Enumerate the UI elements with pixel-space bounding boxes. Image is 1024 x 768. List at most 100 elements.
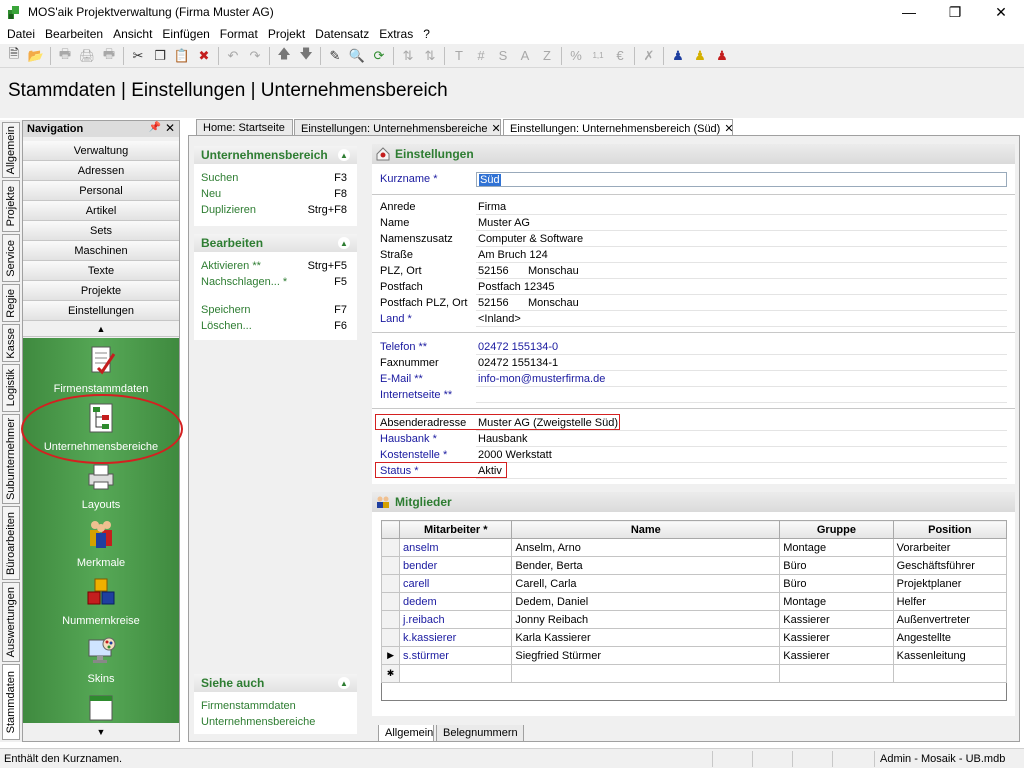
nav-item-verwaltung[interactable]: Verwaltung — [23, 141, 179, 161]
internetseite-input[interactable] — [476, 388, 1007, 403]
task-duplizieren[interactable]: Duplizieren Strg+F8 — [194, 202, 357, 218]
nav-icon-merkmale[interactable]: Merkmale — [23, 518, 179, 569]
undo-icon[interactable]: ↶ — [222, 45, 244, 67]
number-format-icon[interactable]: # — [470, 45, 492, 67]
clear-format-icon[interactable]: ✗ — [638, 45, 660, 67]
text-format-icon[interactable]: T — [448, 45, 470, 67]
new-document-icon[interactable]: 🗎 — [3, 45, 25, 67]
menu-datensatz[interactable]: Datensatz — [310, 27, 374, 41]
name-input[interactable]: Muster AG — [476, 216, 1007, 231]
nav-icon-layouts[interactable]: Layouts — [23, 460, 179, 511]
link-unternehmensbereiche[interactable]: Unternehmensbereiche — [194, 714, 357, 730]
anrede-input[interactable]: Firma — [476, 200, 1007, 215]
table-row[interactable]: j.reibach Jonny Reibach Kassierer Außenvert… — [380, 610, 1008, 629]
kurzname-input[interactable]: Süd — [476, 172, 1007, 187]
vtab-service[interactable]: Service — [2, 234, 20, 282]
menu-datei[interactable]: Datei — [2, 27, 40, 41]
vtab-allgemein[interactable]: Allgemein — [2, 122, 20, 178]
table-row[interactable]: bender Bender, Berta Büro Geschäftsführer — [380, 556, 1008, 575]
delete-icon[interactable]: ✖ — [193, 45, 215, 67]
menu-bearbeiten[interactable]: Bearbeiten — [40, 27, 108, 41]
find-icon[interactable]: 🔍 — [346, 45, 368, 67]
close-icon[interactable]: ✕ — [724, 123, 733, 135]
pin-icon[interactable]: 📌 — [149, 122, 161, 133]
open-folder-icon[interactable]: 📂 — [25, 45, 47, 67]
arrow-down-icon[interactable]: 🡇 — [295, 45, 317, 67]
task-speichern[interactable]: Speichern F7 — [194, 302, 357, 318]
print-setup-icon[interactable]: 🖶 — [98, 45, 120, 67]
vtab-bueroarbeiten[interactable]: Büroarbeiten — [2, 506, 20, 580]
nav-item-projekte[interactable]: Projekte — [23, 281, 179, 301]
fax-input[interactable]: 02472 155134-1 — [476, 356, 1007, 371]
vtab-auswertungen[interactable]: Auswertungen — [2, 582, 20, 662]
refresh-icon[interactable]: ⟳ — [368, 45, 390, 67]
status-input[interactable]: Aktiv — [476, 464, 1007, 479]
table-row[interactable]: k.kassierer Karla Kassierer Kassierer Anges… — [380, 628, 1008, 647]
print-icon[interactable]: 🖨 — [76, 45, 98, 67]
menu-projekt[interactable]: Projekt — [263, 27, 310, 41]
close-icon[interactable]: ✕ — [978, 0, 1024, 24]
namenszusatz-input[interactable]: Computer & Software — [476, 232, 1007, 247]
menu-help[interactable]: ? — [418, 27, 435, 41]
sort-asc-icon[interactable]: ⇅ — [397, 45, 419, 67]
nav-icon-skins[interactable]: Skins — [23, 634, 179, 685]
kostenstelle-input[interactable]: 2000 Werkstatt — [476, 448, 1007, 463]
close-icon[interactable]: ✕ — [492, 123, 501, 135]
vtab-regie[interactable]: Regie — [2, 284, 20, 322]
ort-input[interactable]: Monschau — [528, 265, 579, 277]
link-firmenstammdaten[interactable]: Firmenstammdaten — [194, 698, 357, 714]
collapse-icon[interactable]: ▲ — [338, 149, 350, 161]
nav-item-artikel[interactable]: Artikel — [23, 201, 179, 221]
tab-unternehmensbereich-sued[interactable]: Einstellungen: Unternehmensbereich (Süd)… — [503, 119, 734, 136]
task-nachschlagen[interactable]: Nachschlagen... * F5 — [194, 274, 357, 290]
collapse-icon[interactable]: ▲ — [338, 237, 350, 249]
print-preview-icon[interactable]: 🖶 — [54, 45, 76, 67]
redo-icon[interactable]: ↷ — [244, 45, 266, 67]
tab-allgemein[interactable]: Allgemein — [378, 725, 434, 742]
edit-pencil-icon[interactable]: ✎ — [324, 45, 346, 67]
maximize-icon[interactable]: ❐ — [932, 0, 978, 24]
column-position[interactable]: Position — [892, 520, 1008, 539]
column-mitarbeiter[interactable]: Mitarbeiter * — [399, 520, 513, 539]
nav-item-personal[interactable]: Personal — [23, 181, 179, 201]
decimal-icon[interactable]: 1,1 — [587, 45, 609, 67]
tab-belegnummern[interactable]: Belegnummern — [436, 725, 524, 742]
vtab-logistik[interactable]: Logistik — [2, 364, 20, 412]
column-name[interactable]: Name — [511, 520, 781, 539]
task-aktivieren[interactable]: Aktivieren ** Strg+F5 — [194, 258, 357, 274]
nav-icon-calendar[interactable] — [23, 692, 179, 724]
land-input[interactable]: <Inland> — [476, 312, 1007, 327]
telefon-input[interactable]: 02472 155134-0 — [476, 340, 1007, 355]
column-gruppe[interactable]: Gruppe — [779, 520, 894, 539]
new-row[interactable]: ✱ — [380, 664, 1008, 683]
user-blue-icon[interactable]: ♟ — [667, 45, 689, 67]
email-input[interactable]: info-mon@musterfirma.de — [476, 372, 1007, 387]
scroll-up-icon[interactable]: ▲ — [23, 321, 179, 337]
task-loeschen[interactable]: Löschen... F6 — [194, 318, 357, 334]
nav-icon-nummernkreise[interactable]: Nummernkreise — [23, 576, 179, 627]
a-format-icon[interactable]: A — [514, 45, 536, 67]
tab-home-startseite[interactable]: Home: Startseite — [196, 119, 293, 136]
nav-item-maschinen[interactable]: Maschinen — [23, 241, 179, 261]
s-format-icon[interactable]: S — [492, 45, 514, 67]
menu-extras[interactable]: Extras — [374, 27, 418, 41]
vtab-stammdaten[interactable]: Stammdaten — [2, 664, 20, 740]
nav-item-sets[interactable]: Sets — [23, 221, 179, 241]
user-red-icon[interactable]: ♟ — [711, 45, 733, 67]
table-row[interactable]: anselm Anselm, Arno Montage Vorarbeiter — [380, 538, 1008, 557]
z-format-icon[interactable]: Z — [536, 45, 558, 67]
table-row[interactable]: carell Carell, Carla Büro Projektplaner — [380, 574, 1008, 593]
nav-item-einstellungen[interactable]: Einstellungen — [23, 301, 179, 321]
nav-item-texte[interactable]: Texte — [23, 261, 179, 281]
close-icon[interactable]: ✕ — [165, 121, 175, 135]
table-row[interactable]: dedem Dedem, Daniel Montage Helfer — [380, 592, 1008, 611]
vtab-kasse[interactable]: Kasse — [2, 324, 20, 362]
postfach-ort-input[interactable]: Monschau — [528, 297, 579, 309]
currency-icon[interactable]: € — [609, 45, 631, 67]
user-yellow-icon[interactable]: ♟ — [689, 45, 711, 67]
tab-unternehmensbereiche[interactable]: Einstellungen: Unternehmensbereiche ✕ — [294, 119, 501, 136]
paste-icon[interactable]: 📋 — [171, 45, 193, 67]
copy-icon[interactable]: ❐ — [149, 45, 171, 67]
menu-einfuegen[interactable]: Einfügen — [157, 27, 214, 41]
scroll-down-icon[interactable]: ▼ — [23, 723, 179, 741]
